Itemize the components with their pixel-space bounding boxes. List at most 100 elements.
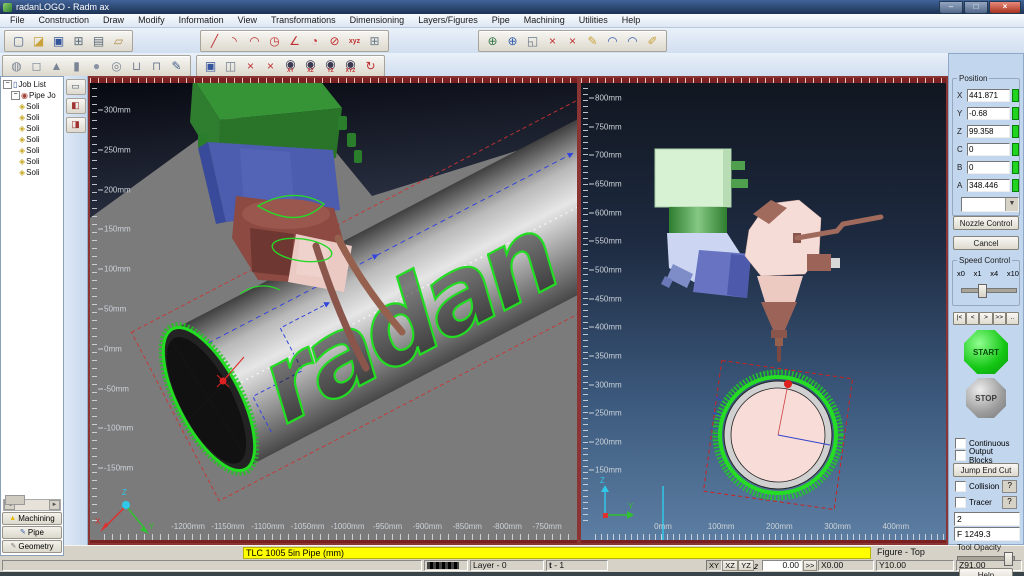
fit-view-icon[interactable]: × bbox=[543, 32, 562, 50]
save-icon[interactable]: ▣ bbox=[49, 32, 68, 50]
step-button[interactable]: >> bbox=[993, 312, 1006, 325]
collision-checkbox[interactable] bbox=[955, 481, 966, 492]
minimize-button[interactable]: – bbox=[939, 1, 963, 14]
line-icon[interactable]: ╱ bbox=[205, 32, 224, 50]
orbit-vertical-icon[interactable]: ◠ bbox=[623, 32, 642, 50]
step-button[interactable]: .. bbox=[1006, 312, 1019, 325]
chevron-down-icon[interactable]: ▼ bbox=[1005, 198, 1018, 211]
tracer-checkbox-row[interactable]: Tracer ? bbox=[955, 497, 1017, 508]
zoom-all-icon[interactable]: × bbox=[261, 57, 280, 75]
solid-cone-icon[interactable]: ▲ bbox=[47, 57, 66, 75]
tree-pipe-job[interactable]: −◉Pipe Jo bbox=[2, 90, 62, 101]
menu-item[interactable]: Dimensioning bbox=[343, 14, 412, 27]
tab-geometry[interactable]: ✎ Geometry bbox=[2, 540, 62, 553]
output-blocks-checkbox[interactable] bbox=[955, 450, 966, 461]
tracer-checkbox[interactable] bbox=[955, 497, 966, 508]
position-value-field[interactable]: 0 bbox=[967, 161, 1010, 174]
speed-slider-track[interactable] bbox=[961, 288, 1017, 293]
menu-item[interactable]: Utilities bbox=[572, 14, 615, 27]
viewport-section[interactable]: Z Y 800mm750mm700mm650mm600mm550mm500mm4… bbox=[579, 76, 948, 545]
viewport-3d[interactable]: radan bbox=[88, 76, 579, 545]
pipe-branch-icon[interactable]: ⊓ bbox=[147, 57, 166, 75]
scroll-right-icon[interactable]: ► bbox=[49, 500, 60, 510]
menu-item[interactable]: Layers/Figures bbox=[411, 14, 485, 27]
view-xyz-icon[interactable]: ◉XYZ bbox=[341, 57, 360, 75]
zoom-extents-icon[interactable]: ◱ bbox=[523, 32, 542, 50]
left-viewport-scene[interactable]: radan bbox=[90, 78, 577, 543]
feed-rate-field[interactable]: F 1249.3 bbox=[954, 527, 1020, 541]
cancel-button[interactable]: Cancel bbox=[953, 236, 1019, 250]
viewport-red-corner-icon[interactable]: ◨ bbox=[66, 117, 86, 133]
menu-item[interactable]: Information bbox=[172, 14, 231, 27]
scroll-thumb[interactable] bbox=[5, 495, 25, 505]
solid-cylinder-icon[interactable]: ◍ bbox=[7, 57, 26, 75]
open-file-icon[interactable]: ◪ bbox=[29, 32, 48, 50]
tree-expander-icon[interactable]: − bbox=[3, 80, 12, 89]
eraser-icon[interactable]: ✐ bbox=[643, 32, 662, 50]
tree-solid-item[interactable]: ◈Soli bbox=[2, 112, 62, 123]
view-xz-icon[interactable]: ◉XZ bbox=[301, 57, 320, 75]
viewport-single-icon[interactable]: ▭ bbox=[66, 79, 86, 95]
restore-button[interactable]: □ bbox=[964, 1, 988, 14]
z-step-field[interactable]: 0.00 bbox=[762, 560, 802, 571]
step-button[interactable]: |< bbox=[953, 312, 966, 325]
menu-item[interactable]: View bbox=[231, 14, 264, 27]
menu-item[interactable]: Help bbox=[615, 14, 648, 27]
highlighter-icon[interactable]: ✎ bbox=[583, 32, 602, 50]
stop-button[interactable]: STOP bbox=[966, 378, 1006, 418]
menu-item[interactable]: Machining bbox=[517, 14, 572, 27]
angle-icon[interactable]: ∠ bbox=[285, 32, 304, 50]
no-circle-icon[interactable]: ⊘ bbox=[325, 32, 344, 50]
tab-pipe[interactable]: ✎ Pipe bbox=[2, 526, 62, 539]
nozzle-control-button[interactable]: Nozzle Control bbox=[953, 216, 1019, 230]
tool-number-field[interactable]: 2 bbox=[954, 512, 1020, 526]
tree-solid-item[interactable]: ◈Soli bbox=[2, 145, 62, 156]
position-preset-dropdown[interactable]: ▼ bbox=[961, 197, 1019, 212]
tool-cell[interactable]: t - 1 bbox=[546, 560, 608, 571]
tree-horizontal-scrollbar[interactable]: ◄ ► bbox=[3, 499, 61, 511]
zoom-window-icon[interactable]: ⊕ bbox=[503, 32, 522, 50]
tree-root-job-list[interactable]: −▯Job List bbox=[2, 79, 62, 90]
arc-tangent-icon[interactable]: ◝ bbox=[225, 32, 244, 50]
solid-sphere-icon[interactable]: ● bbox=[87, 57, 106, 75]
fit-all-icon[interactable]: × bbox=[563, 32, 582, 50]
position-value-field[interactable]: 441.871 bbox=[967, 89, 1010, 102]
position-value-field[interactable]: -0.68 bbox=[967, 107, 1010, 120]
start-button[interactable]: START bbox=[964, 330, 1008, 374]
menu-item[interactable]: Pipe bbox=[485, 14, 517, 27]
xyz-point-icon[interactable]: xyz bbox=[345, 32, 364, 50]
tracer-help-button[interactable]: ? bbox=[1002, 496, 1017, 509]
menu-item[interactable]: Draw bbox=[96, 14, 131, 27]
layer-cell[interactable]: Layer - 0 bbox=[470, 560, 544, 571]
tool-opacity-thumb[interactable] bbox=[1004, 552, 1013, 566]
output-blocks-checkbox-row[interactable]: Output Blocks bbox=[955, 450, 1017, 461]
arc-icon[interactable]: ◠ bbox=[245, 32, 264, 50]
tree-solid-item[interactable]: ◈Soli bbox=[2, 123, 62, 134]
position-value-field[interactable]: 0 bbox=[967, 143, 1010, 156]
line-style-cell[interactable] bbox=[424, 560, 468, 571]
tree-solid-item[interactable]: ◈Soli bbox=[2, 156, 62, 167]
zoom-in-icon[interactable]: ⊕ bbox=[483, 32, 502, 50]
view-xy-icon[interactable]: ◉XY bbox=[281, 57, 300, 75]
speed-slider-thumb[interactable] bbox=[978, 284, 987, 298]
plane-button-yz[interactable]: YZ bbox=[738, 560, 754, 571]
more-button[interactable]: >> bbox=[803, 560, 817, 571]
view-rotate-icon[interactable]: ↻ bbox=[361, 57, 380, 75]
tree-solid-item[interactable]: ◈Soli bbox=[2, 167, 62, 178]
menu-item[interactable]: File bbox=[3, 14, 32, 27]
continuous-checkbox[interactable] bbox=[955, 438, 966, 449]
pipe-joint-icon[interactable]: ⊔ bbox=[127, 57, 146, 75]
pipe-sketch-icon[interactable]: ✎ bbox=[167, 57, 186, 75]
viewport-layout-icon[interactable]: ◫ bbox=[221, 57, 240, 75]
menu-item[interactable]: Transformations bbox=[264, 14, 343, 27]
jump-end-cut-button[interactable]: Jump End Cut bbox=[953, 463, 1019, 477]
position-value-field[interactable]: 99.358 bbox=[967, 125, 1010, 138]
title-bar[interactable]: radanLOGO - Radm ax – □ × bbox=[0, 0, 1024, 14]
tab-machining[interactable]: ▲ Machining bbox=[2, 512, 62, 525]
print-setup-icon[interactable]: ⊞ bbox=[69, 32, 88, 50]
copy-icon[interactable]: ▱ bbox=[109, 32, 128, 50]
snap-grid-icon[interactable]: ⊞ bbox=[365, 32, 384, 50]
tree-solid-item[interactable]: ◈Soli bbox=[2, 134, 62, 145]
close-button[interactable]: × bbox=[989, 1, 1021, 14]
menu-item[interactable]: Modify bbox=[131, 14, 172, 27]
